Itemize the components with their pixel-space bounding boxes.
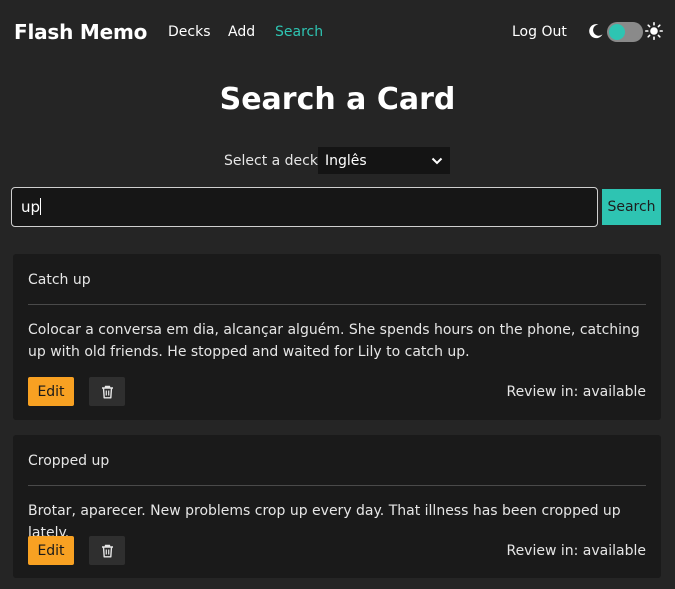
search-button[interactable]: Search (602, 189, 661, 225)
nav-search[interactable]: Search (275, 24, 323, 40)
review-status: Review in: available (506, 543, 646, 559)
deck-select-value: Inglês (325, 153, 367, 169)
card-divider (28, 485, 646, 486)
search-input[interactable]: up (11, 187, 598, 227)
page-title: Search a Card (219, 82, 456, 117)
logout-link[interactable]: Log Out (512, 24, 567, 40)
card-title: Cropped up (28, 453, 110, 469)
nav-add[interactable]: Add (228, 24, 255, 40)
card-body: Colocar a conversa em dia, alcançar algu… (28, 322, 640, 360)
chevron-down-icon (431, 157, 443, 165)
theme-switch-knob (609, 24, 625, 40)
theme-toggle (587, 21, 663, 43)
card-item: Cropped up Brotar, aparecer. New problem… (13, 435, 661, 578)
card-item: Catch up Colocar a conversa em dia, alca… (13, 254, 661, 420)
edit-button[interactable]: Edit (28, 536, 74, 565)
card-divider (28, 304, 646, 305)
delete-button[interactable] (89, 377, 125, 406)
deck-select-label: Select a deck (224, 153, 318, 169)
delete-button[interactable] (89, 536, 125, 565)
nav-decks[interactable]: Decks (168, 24, 211, 40)
card-title: Catch up (28, 272, 91, 288)
deck-select[interactable]: Inglês (318, 147, 450, 174)
search-input-value: up (21, 198, 41, 216)
moon-icon (589, 24, 603, 39)
brand-logo[interactable]: Flash Memo (14, 20, 147, 44)
theme-switch[interactable] (607, 22, 643, 42)
edit-button[interactable]: Edit (28, 377, 74, 406)
trash-icon (101, 544, 113, 557)
sun-icon (645, 22, 663, 40)
navbar: Flash Memo Decks Add Search Log Out (0, 0, 675, 66)
trash-icon (101, 385, 113, 398)
text-caret (40, 198, 42, 215)
review-status: Review in: available (506, 384, 646, 400)
